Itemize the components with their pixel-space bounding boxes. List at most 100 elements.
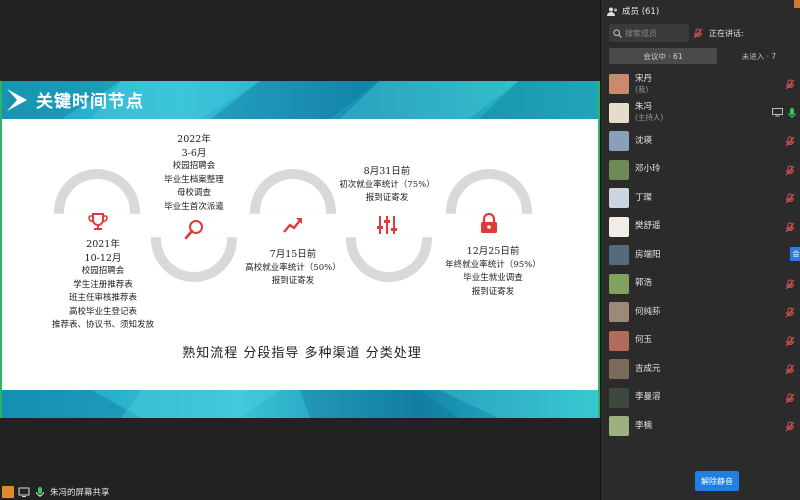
avatar <box>609 74 629 95</box>
avatar <box>609 359 629 380</box>
member-name: 朱冯 <box>635 102 653 113</box>
member-info: 李楠 <box>635 421 652 432</box>
member-role: (我) <box>635 84 649 94</box>
timeline-text-1: 2021年 10-12月 校园招聘会 学生注册推荐表 班主任审核推荐表 高校毕业… <box>51 239 154 330</box>
member-info: 丁璨 <box>635 193 652 204</box>
member-row[interactable]: 沈瑛 <box>609 127 800 156</box>
mic-muted-icon[interactable] <box>785 193 795 204</box>
member-name: 吉成元 <box>635 363 661 374</box>
band-pattern-bottom <box>2 390 598 418</box>
screen-share-area: 关键时间节点 2021年 10-12月 校园招聘会 学生注册推荐表 班主任审核推… <box>0 0 600 500</box>
member-row[interactable]: 何玉 <box>609 327 800 356</box>
share-label-text: 朱冯的屏幕共享 <box>50 488 110 498</box>
avatar <box>609 102 629 123</box>
avatar <box>609 188 629 209</box>
member-info: 何玉 <box>635 335 652 346</box>
members-panel: 成员 (61) 正在讲话: 会议中 · 61 未进入 · 7 宋丹(我) 朱冯(主… <box>600 0 800 500</box>
member-info: 房端阳 <box>635 250 661 261</box>
member-row[interactable]: 何纯荪 <box>609 298 800 327</box>
member-row[interactable]: 房端阳 会 <box>609 241 800 270</box>
mic-muted-icon[interactable] <box>785 307 795 318</box>
unmute-all-button[interactable]: 解除静音 <box>695 471 739 491</box>
timeline-arc-4 <box>346 237 432 282</box>
slide-footer-band <box>2 390 598 418</box>
mic-muted-icon[interactable] <box>785 336 795 347</box>
member-name: 邓小玲 <box>635 164 661 175</box>
avatar <box>609 416 629 437</box>
member-row[interactable]: 郭浩 <box>609 270 800 299</box>
avatar <box>609 159 629 180</box>
share-app-icon <box>2 486 14 498</box>
member-name: 何玉 <box>635 335 653 346</box>
search-icon <box>184 220 203 240</box>
mic-muted-icon[interactable] <box>785 165 795 176</box>
avatar <box>609 330 629 351</box>
mic-muted-icon[interactable] <box>785 79 795 90</box>
presentation-slide: 关键时间节点 2021年 10-12月 校园招聘会 学生注册推荐表 班主任审核推… <box>0 81 600 418</box>
lock-icon <box>481 212 497 233</box>
member-role: (主持人) <box>635 113 664 123</box>
avatar <box>609 131 629 152</box>
member-row[interactable]: 樊舒遥 <box>609 213 800 242</box>
slide-logo-icon <box>7 89 27 111</box>
member-info: 沈瑛 <box>635 136 652 147</box>
avatar <box>609 273 629 294</box>
mic-icon <box>36 487 44 497</box>
member-info: 吉成元 <box>635 364 661 375</box>
member-info: 宋丹 (我) <box>635 74 652 95</box>
mic-muted-icon[interactable] <box>785 222 795 233</box>
member-info: 樊舒遥 <box>635 221 661 232</box>
search-small-icon <box>613 28 622 38</box>
member-tabs: 会议中 · 61 未进入 · 7 <box>609 48 800 64</box>
mic-muted-icon[interactable] <box>785 364 795 375</box>
avatar <box>609 216 629 237</box>
member-name: 房端阳 <box>635 249 661 260</box>
mic-active-icon[interactable] <box>787 107 797 119</box>
members-count: 成员 (61) <box>622 7 660 17</box>
speaking-indicator: 正在讲话: <box>691 24 800 42</box>
mic-muted-icon[interactable] <box>785 279 795 290</box>
mic-muted-icon[interactable] <box>785 421 795 432</box>
trophy-icon <box>88 213 108 230</box>
avatar <box>609 387 629 408</box>
speaking-label: 正在讲话: <box>709 28 744 38</box>
member-info: 李曼溶 <box>635 392 661 403</box>
sliders-icon <box>377 216 397 234</box>
timeline-text-3: 7月15日前 高校就业率统计（50%） 报到证寄发 <box>245 249 341 286</box>
member-name: 李楠 <box>635 420 653 431</box>
member-row[interactable]: 朱冯 (主持人) <box>609 99 800 128</box>
member-info: 朱冯 (主持人) <box>635 102 663 123</box>
monitor-icon <box>18 487 30 497</box>
member-name: 樊舒遥 <box>635 221 661 232</box>
screen-share-label: 朱冯的屏幕共享 <box>0 484 110 500</box>
tab-in-meeting[interactable]: 会议中 · 61 <box>609 48 717 64</box>
mic-muted-icon[interactable] <box>785 393 795 404</box>
side-badge[interactable]: 会 <box>790 247 800 261</box>
member-name: 丁璨 <box>635 192 653 203</box>
member-name: 郭浩 <box>635 278 653 289</box>
member-row[interactable]: 吉成元 <box>609 355 800 384</box>
member-name: 何纯荪 <box>635 306 661 317</box>
member-row[interactable]: 邓小玲 <box>609 156 800 185</box>
meeting-window: 关键时间节点 2021年 10-12月 校园招聘会 学生注册推荐表 班主任审核推… <box>0 0 800 500</box>
timeline-text-5: 12月25日前 年终就业率统计（95%） 毕业生就业调查 报到证寄发 <box>445 246 541 297</box>
slide-header-band: 关键时间节点 <box>2 81 598 119</box>
member-row[interactable]: 丁璨 <box>609 184 800 213</box>
avatar <box>609 245 629 266</box>
member-row[interactable]: 宋丹 (我) <box>609 70 800 99</box>
member-name: 李曼溶 <box>635 392 661 403</box>
avatar <box>609 302 629 323</box>
member-list: 宋丹 (我) 朱冯 (主持人) 沈瑛邓小玲丁璨樊舒遥房端阳 会郭浩何纯荪何玉吉成元李曼溶李… <box>609 70 800 441</box>
member-name: 宋丹 <box>635 73 653 84</box>
member-row[interactable]: 李曼溶 <box>609 384 800 413</box>
mic-muted-icon[interactable] <box>785 136 795 147</box>
member-search[interactable] <box>609 24 689 42</box>
member-search-input[interactable] <box>625 28 683 38</box>
tab-not-joined[interactable]: 未进入 · 7 <box>717 48 800 64</box>
slide-title: 关键时间节点 <box>36 92 144 112</box>
screen-share-icon <box>772 107 783 116</box>
mic-muted-icon <box>693 28 703 38</box>
timeline-text-2: 2022年 3-6月 校园招聘会 毕业生档案整理 母校调查 毕业生首次派遣 <box>164 134 224 212</box>
members-header: 成员 (61) <box>607 4 659 18</box>
member-row[interactable]: 李楠 <box>609 412 800 441</box>
